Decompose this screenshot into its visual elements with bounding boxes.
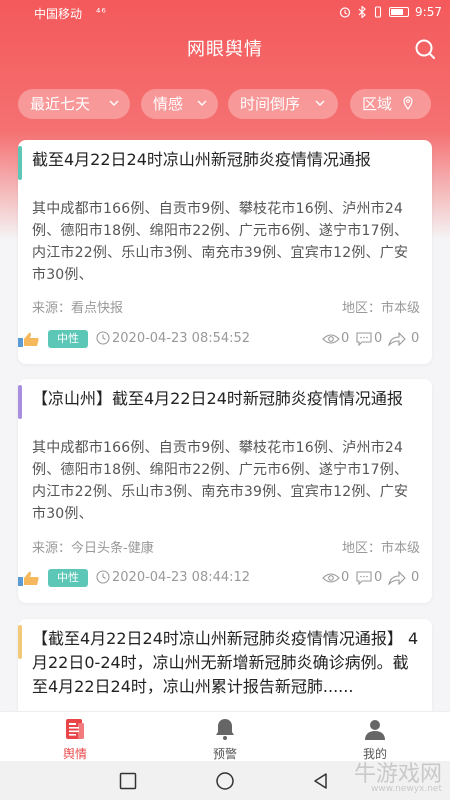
news-card[interactable]: 截至4月22日24时凉山州新冠肺炎疫情情况通报 其中成都市166例、自贡市9例、… xyxy=(18,140,432,364)
alarm-icon xyxy=(339,7,351,18)
card-summary: 其中成都市166例、自贡市9例、攀枝花市16例、泸州市24例、德阳市18例、绵阳… xyxy=(32,440,409,522)
tab-profile[interactable]: 我的 xyxy=(335,712,415,762)
sentiment-badge: 中性 xyxy=(48,330,88,348)
card-title: 【凉山州】截至4月22日24时新冠肺炎疫情情况通报 xyxy=(32,389,403,408)
card-region: 地区：市本级 xyxy=(341,541,420,556)
sentiment-badge: 中性 xyxy=(48,569,88,587)
tab-alerts[interactable]: 预警 xyxy=(185,712,265,762)
card-meta-row: 中性 2020-04-23 08:54:52 0 0 0 xyxy=(18,329,432,349)
card-title: 【截至4月22日24时凉山州新冠肺炎疫情情况通报】 4月22日0-24时，凉山州… xyxy=(32,629,419,696)
comment-icon[interactable] xyxy=(356,571,372,585)
tab-news[interactable]: 舆情 xyxy=(35,712,115,762)
share-count: 0 xyxy=(411,331,420,346)
card-region: 地区：市本级 xyxy=(341,301,420,316)
filter-label: 最近七天 xyxy=(30,95,91,113)
recent-apps-icon[interactable] xyxy=(119,772,137,790)
carrier-label: 中国移动 xyxy=(34,7,83,21)
card-accent-bar xyxy=(18,385,22,419)
eye-icon xyxy=(322,573,340,583)
clock-icon xyxy=(96,570,110,584)
network-signal: ⁴⁶ xyxy=(96,6,107,19)
filter-date-range[interactable]: 最近七天 xyxy=(18,89,130,119)
comment-count: 0 xyxy=(374,331,383,346)
clock-time: 9:57 xyxy=(415,5,442,19)
card-source: 来源：看点快报 xyxy=(32,301,124,316)
comment-icon[interactable] xyxy=(356,332,372,346)
share-icon[interactable] xyxy=(388,332,406,346)
chevron-down-icon xyxy=(315,100,325,106)
filter-label: 情感 xyxy=(153,95,184,113)
view-count: 0 xyxy=(341,331,350,346)
filter-sort-order[interactable]: 时间倒序 xyxy=(228,89,338,119)
watermark-url: www.newyx.net xyxy=(370,784,442,794)
card-source: 来源：今日头条-健康 xyxy=(32,541,154,556)
thumbs-up-icon xyxy=(18,332,39,347)
battery-icon xyxy=(389,7,410,17)
bottom-tab-bar: 舆情 预警 我的 xyxy=(0,711,450,761)
publish-time: 2020-04-23 08:44:12 xyxy=(112,570,251,585)
eye-icon xyxy=(322,334,340,344)
title-bar: 网眼舆情 xyxy=(0,26,450,70)
chevron-down-icon xyxy=(109,100,119,106)
card-accent-bar xyxy=(18,146,22,180)
comment-count: 0 xyxy=(374,570,383,585)
status-bar: 中国移动 ⁴⁶ 9:57 xyxy=(0,0,450,26)
status-icons: 9:57 xyxy=(339,5,442,19)
filter-region[interactable]: 区域 xyxy=(350,89,431,119)
filter-label: 时间倒序 xyxy=(240,95,301,113)
bell-icon xyxy=(216,719,234,740)
publish-time: 2020-04-23 08:54:52 xyxy=(112,331,251,346)
card-summary: 其中成都市166例、自贡市9例、攀枝花市16例、泸州市24例、德阳市18例、绵阳… xyxy=(32,201,409,283)
vibrate-icon xyxy=(374,6,382,18)
share-count: 0 xyxy=(411,570,420,585)
card-meta-row: 中性 2020-04-23 08:44:12 0 0 0 xyxy=(18,568,432,588)
filter-label: 区域 xyxy=(362,95,393,113)
search-icon[interactable] xyxy=(414,38,436,60)
share-icon[interactable] xyxy=(388,571,406,585)
card-accent-bar xyxy=(18,625,22,659)
view-count: 0 xyxy=(341,570,350,585)
tab-label: 舆情 xyxy=(62,747,87,761)
news-card[interactable]: 【凉山州】截至4月22日24时新冠肺炎疫情情况通报 其中成都市166例、自贡市9… xyxy=(18,379,432,603)
news-card[interactable]: 【截至4月22日24时凉山州新冠肺炎疫情情况通报】 4月22日0-24时，凉山州… xyxy=(18,619,432,711)
chevron-down-icon xyxy=(197,100,207,106)
back-icon[interactable] xyxy=(312,772,330,790)
thumbs-up-icon xyxy=(18,571,39,586)
filter-sentiment[interactable]: 情感 xyxy=(141,89,218,119)
tab-label: 预警 xyxy=(212,747,237,761)
card-title: 截至4月22日24时凉山州新冠肺炎疫情情况通报 xyxy=(32,150,371,169)
location-pin-icon xyxy=(403,96,413,110)
home-icon[interactable] xyxy=(215,772,235,792)
clock-icon xyxy=(96,331,110,345)
filter-bar: 最近七天 情感 时间倒序 区域 xyxy=(0,89,450,119)
user-icon xyxy=(365,720,385,740)
news-icon xyxy=(66,719,84,739)
bluetooth-icon xyxy=(358,6,366,18)
page-title: 网眼舆情 xyxy=(187,39,263,60)
